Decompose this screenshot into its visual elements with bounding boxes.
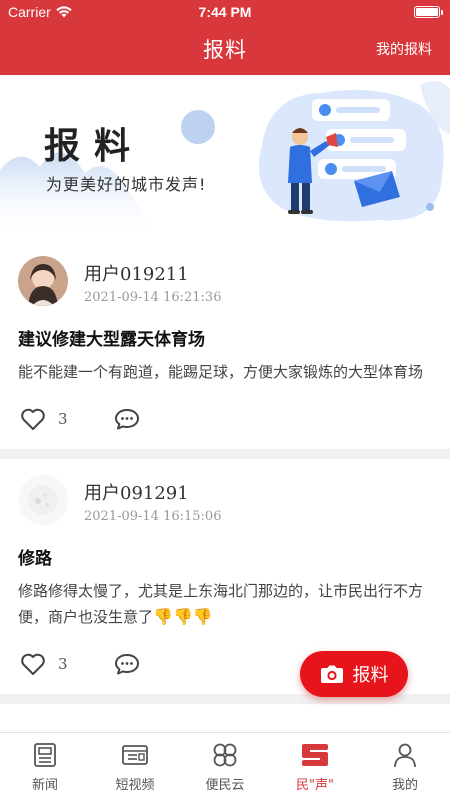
post-body-text: 修路修得太慢了，尤其是上东海北门那边的，让市民出行不方便，商户也没生意了 bbox=[18, 582, 424, 626]
post-body: 能不能建一个有跑道，能踢足球，方便大家锻炼的大型体育场 bbox=[18, 363, 424, 381]
user-name: 用户019211 bbox=[84, 264, 189, 285]
tab-profile[interactable]: 我的 bbox=[360, 733, 450, 800]
post-body: 修路修得太慢了，尤其是上东海北门那边的，让市民出行不方便，商户也没生意了👎👎👎 bbox=[18, 579, 432, 630]
news-icon bbox=[34, 743, 56, 767]
post-timestamp: 2021-09-14 16:21:36 bbox=[84, 290, 222, 305]
like-count: 3 bbox=[58, 655, 68, 673]
battery-icon bbox=[414, 6, 443, 18]
like-button[interactable]: 3 bbox=[20, 407, 68, 431]
report-banner: 报料 为更美好的城市发声! bbox=[0, 75, 450, 240]
app-screen: Carrier 7:44 PM 报料 我的报料 报料 为更美好的城市发声! 用户… bbox=[0, 0, 450, 800]
tab-label: 我的 bbox=[391, 778, 418, 793]
report-post[interactable] bbox=[0, 704, 450, 732]
new-report-label: 报料 bbox=[352, 665, 389, 686]
tab-label: 便民云 bbox=[205, 778, 245, 793]
thumbs-down-emoji: 👎👎👎 bbox=[153, 607, 213, 626]
tab-convenience-cloud[interactable]: 便民云 bbox=[180, 733, 270, 800]
tab-label: 民"声" bbox=[296, 778, 334, 793]
comment-button[interactable] bbox=[114, 407, 140, 435]
tab-news[interactable]: 新闻 bbox=[0, 733, 90, 800]
banner-title: 报料 bbox=[44, 126, 145, 167]
user-avatar[interactable] bbox=[18, 256, 68, 306]
heart-icon bbox=[21, 408, 45, 430]
comment-button[interactable] bbox=[114, 652, 140, 680]
tab-short-video[interactable]: 短视频 bbox=[90, 733, 180, 800]
bottom-tab-bar: 新闻 短视频 便民云 民"声" 我的 bbox=[0, 732, 450, 800]
video-icon bbox=[122, 745, 148, 765]
clover-icon bbox=[213, 743, 237, 767]
post-title[interactable]: 修路 bbox=[18, 547, 432, 571]
post-actions: 3 bbox=[18, 385, 432, 449]
comment-icon bbox=[115, 654, 139, 675]
comment-icon bbox=[115, 409, 139, 430]
like-button[interactable]: 3 bbox=[20, 652, 68, 676]
post-header: 用户019211 2021-09-14 16:21:36 bbox=[18, 240, 432, 328]
my-reports-link[interactable]: 我的报料 bbox=[376, 39, 432, 59]
status-bar: Carrier 7:44 PM bbox=[0, 0, 450, 24]
report-post[interactable]: 用户019211 2021-09-14 16:21:36 建议修建大型露天体育场… bbox=[0, 240, 450, 449]
banner-subtitle: 为更美好的城市发声! bbox=[46, 175, 207, 194]
like-count: 3 bbox=[58, 410, 68, 428]
camera-icon bbox=[320, 665, 343, 683]
post-header: 用户091291 2021-09-14 16:15:06 bbox=[18, 459, 432, 547]
user-avatar[interactable] bbox=[18, 475, 68, 525]
voice-icon bbox=[302, 744, 328, 766]
tab-label: 新闻 bbox=[31, 778, 58, 793]
post-timestamp: 2021-09-14 16:15:06 bbox=[84, 509, 222, 524]
heart-icon bbox=[21, 653, 45, 675]
profile-icon bbox=[394, 743, 416, 768]
top-navigation-bar: Carrier 7:44 PM 报料 我的报料 bbox=[0, 0, 450, 75]
clock: 7:44 PM bbox=[198, 4, 252, 20]
tab-label: 短视频 bbox=[115, 778, 155, 793]
new-report-button[interactable]: 报料 bbox=[300, 651, 408, 697]
tab-citizen-voice[interactable]: 民"声" bbox=[270, 733, 360, 800]
post-title[interactable]: 建议修建大型露天体育场 bbox=[18, 328, 432, 352]
user-name: 用户091291 bbox=[84, 483, 189, 504]
